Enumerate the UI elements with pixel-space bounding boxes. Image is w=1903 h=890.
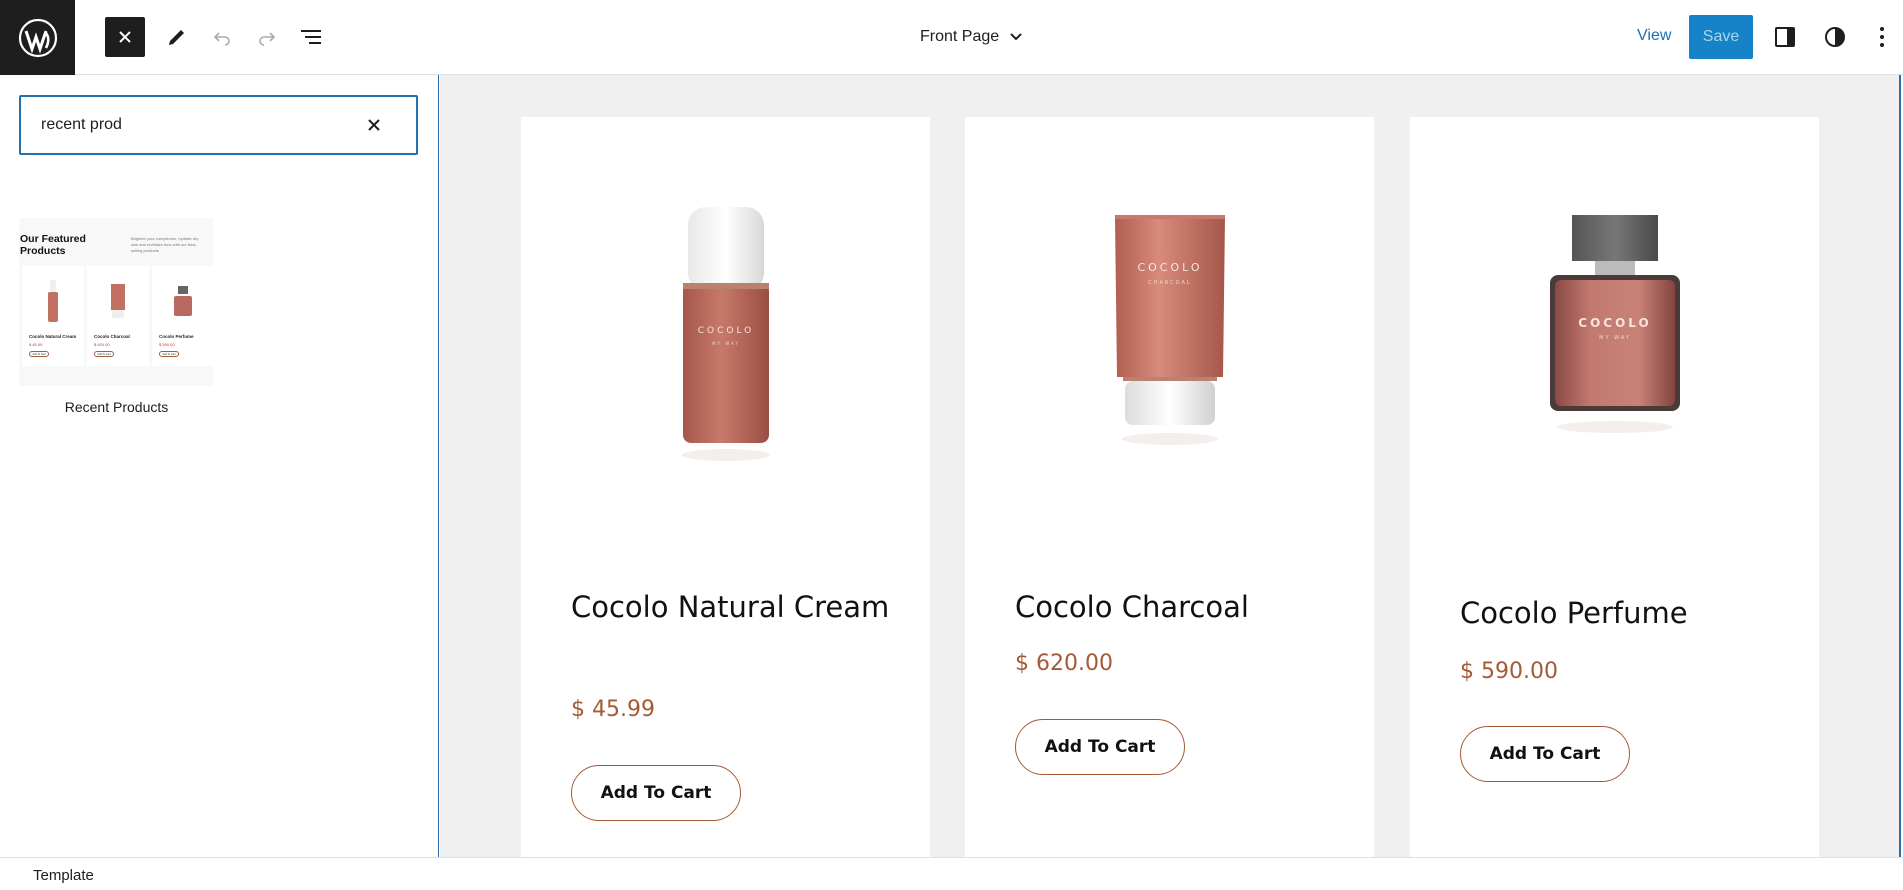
product-image[interactable]: COCOLO MY WAY [521,117,930,537]
preview-product-card: Cocolo Charcoal $ 620.00 Add To Cart [87,266,149,366]
preview-add-to-cart: Add To Cart [94,351,114,357]
add-to-cart-button[interactable]: Add To Cart [571,765,741,821]
redo-icon [259,32,276,46]
add-to-cart-button[interactable]: Add To Cart [1015,719,1185,775]
document-title-dropdown[interactable]: Front Page [920,22,1023,52]
search-input-value[interactable]: recent prod [41,116,122,134]
add-to-cart-button[interactable]: Add To Cart [1460,726,1630,782]
product-label-brand: COCOLO [1578,316,1651,330]
preview-add-to-cart: Add To Cart [29,351,49,357]
tools-button[interactable] [157,17,197,57]
product-image[interactable]: COCOLO CHARCOAL [965,117,1374,537]
save-button[interactable]: Save [1689,15,1753,59]
pencil-icon [169,30,184,45]
close-inserter-button[interactable] [105,17,145,57]
clear-search-button[interactable] [362,113,386,137]
sidebar-icon [1775,27,1795,47]
editor-canvas[interactable]: COCOLO MY WAY Cocolo Natural Cream $ 45.… [440,75,1899,857]
perfume-thumb [174,286,192,316]
editor-footer: Template [0,857,1903,890]
product-title[interactable]: Cocolo Perfume [1460,591,1790,635]
preview-product-name: Cocolo Charcoal [94,334,130,339]
preview-product-price: $ 45.99 [29,342,43,347]
product-label-subbrand: MY WAY [712,341,740,346]
product-label-subbrand: CHARCOAL [1148,280,1191,286]
preview-heading: Our Featured Products [20,233,86,257]
product-label-brand: COCOLO [1137,261,1202,274]
breadcrumb-template[interactable]: Template [33,867,94,884]
contrast-icon [1825,27,1845,47]
list-view-icon [301,30,321,44]
product-label-subbrand: MY WAY [1599,335,1631,341]
preview-add-to-cart: Add To Cart [159,351,179,357]
pattern-preview-recent-products[interactable]: Our Featured Products Brighten your comp… [19,218,214,386]
preview-product-name: Cocolo Perfume [159,334,194,339]
pattern-search-input[interactable]: recent prod [19,95,418,155]
settings-sidebar-button[interactable] [1765,17,1805,57]
preview-product-price: $ 620.00 [94,342,110,347]
canvas-border [1899,75,1901,857]
preview-product-card: Cocolo Natural Cream $ 45.99 Add To Cart [22,266,84,366]
wordpress-logo-icon[interactable] [0,0,75,75]
editor-header: Front Page View Save [0,0,1903,75]
product-price: $ 620.00 [1015,651,1113,676]
product-price: $ 590.00 [1460,659,1558,684]
undo-icon [213,32,230,46]
preview-product-price: $ 590.00 [159,342,175,347]
undo-button[interactable] [202,17,242,57]
view-link[interactable]: View [1637,27,1671,45]
charcoal-tube-image: COCOLO CHARCOAL [1114,215,1225,445]
close-icon [119,31,131,43]
product-card[interactable]: COCOLO CHARCOAL Cocolo Charcoal $ 620.00… [965,117,1374,857]
close-icon [368,119,380,131]
cream-bottle-image: COCOLO MY WAY [681,207,770,461]
product-card[interactable]: COCOLO MY WAY Cocolo Perfume $ 590.00 Ad… [1410,117,1819,857]
pattern-thumbnail: Our Featured Products Brighten your comp… [19,218,214,386]
product-card[interactable]: COCOLO MY WAY Cocolo Natural Cream $ 45.… [521,117,930,857]
block-inserter-panel [0,75,439,857]
pattern-label[interactable]: Recent Products [19,399,214,415]
product-price: $ 45.99 [571,697,655,722]
preview-description: Brighten your complexion, hydrate dry sk… [131,236,199,253]
preview-product-name: Cocolo Natural Cream [29,334,77,339]
charcoal-tube-thumb [111,284,125,318]
styles-button[interactable] [1815,17,1855,57]
redo-button[interactable] [247,17,287,57]
preview-product-card: Cocolo Perfume $ 590.00 Add To Cart [152,266,214,366]
more-vertical-icon [1880,27,1884,47]
product-title[interactable]: Cocolo Charcoal [1015,585,1345,629]
cream-bottle-thumb [48,280,58,322]
document-title: Front Page [920,28,1000,45]
perfume-bottle-image: COCOLO MY WAY [1549,215,1680,433]
list-view-button[interactable] [292,17,332,57]
product-title[interactable]: Cocolo Natural Cream [571,585,901,629]
product-label-brand: COCOLO [697,326,754,336]
chevron-down-icon [1010,33,1022,41]
product-image[interactable]: COCOLO MY WAY [1410,117,1819,537]
options-button[interactable] [1862,17,1902,57]
